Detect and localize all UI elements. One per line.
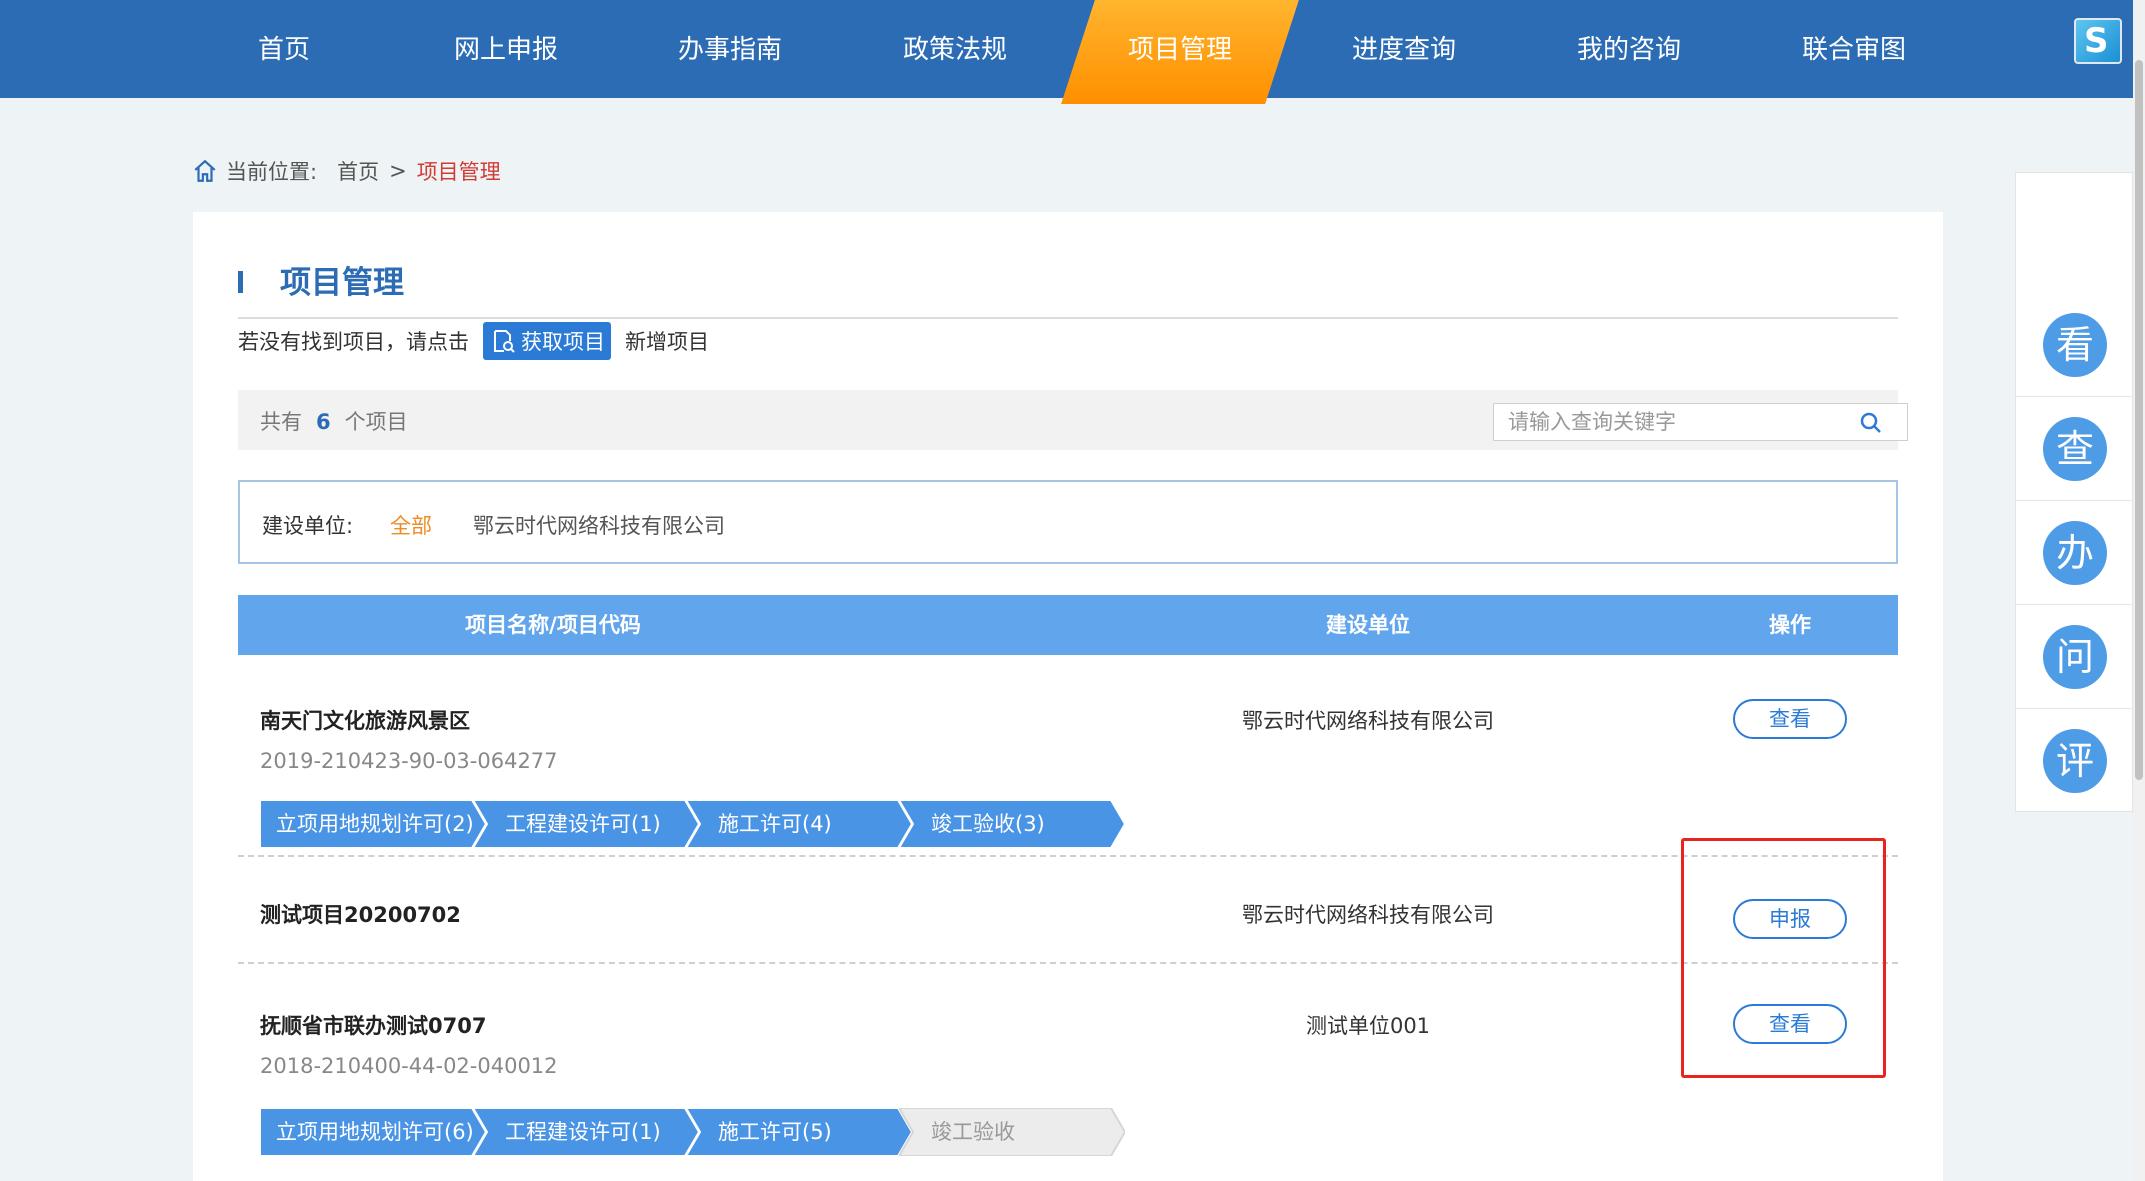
document-search-icon bbox=[494, 330, 515, 353]
breadcrumb-current: 项目管理 bbox=[416, 160, 501, 184]
step-land-planning[interactable]: 立项用地规划许可(2) bbox=[260, 800, 486, 848]
fetch-project-button[interactable]: 获取项目 bbox=[483, 322, 611, 360]
top-nav: 首页 网上申报 办事指南 政策法规 项目管理 进度查询 我的咨询 联合审图 S bbox=[0, 0, 2145, 104]
breadcrumb-separator: > bbox=[389, 159, 407, 183]
title-accent-mark bbox=[238, 271, 243, 293]
home-icon bbox=[194, 159, 216, 182]
floating-sidebar: 看 查 办 问 评 bbox=[2015, 172, 2134, 813]
step-label: 施工许可(5) bbox=[718, 1120, 832, 1144]
nav-item-my-consult[interactable]: 我的咨询 bbox=[1539, 0, 1719, 98]
count-value: 6 bbox=[316, 410, 331, 434]
sidebar-item-look[interactable]: 看 bbox=[2016, 293, 2134, 397]
table-row: 测试项目20200702 鄂云时代网络科技有限公司 申报 bbox=[238, 857, 1898, 964]
step-completion-acceptance[interactable]: 竣工验收(3) bbox=[899, 800, 1125, 848]
step-label: 工程建设许可(1) bbox=[505, 1120, 661, 1144]
breadcrumb-prefix: 当前位置: bbox=[226, 160, 318, 184]
step-land-planning[interactable]: 立项用地规划许可(6) bbox=[260, 1108, 486, 1156]
app-logo-icon[interactable]: S bbox=[2074, 18, 2122, 64]
sidebar-item-ask[interactable]: 问 bbox=[2016, 605, 2134, 709]
rate-icon: 评 bbox=[2043, 729, 2107, 793]
search-box bbox=[1493, 403, 1908, 441]
page-title-bar: 项目管理 bbox=[238, 257, 1898, 319]
project-code: 2018-210400-44-02-040012 bbox=[260, 1054, 558, 1078]
handle-icon: 办 bbox=[2043, 521, 2107, 585]
step-construction-permit[interactable]: 工程建设许可(1) bbox=[473, 1108, 699, 1156]
add-project-link[interactable]: 新增项目 bbox=[625, 326, 709, 356]
sidebar-item-rate[interactable]: 评 bbox=[2016, 709, 2134, 813]
header-unit: 建设单位 bbox=[1326, 613, 1410, 637]
step-label: 施工许可(4) bbox=[718, 812, 832, 836]
step-label: 立项用地规划许可(2) bbox=[276, 812, 474, 836]
filter-company-option[interactable]: 鄂云时代网络科技有限公司 bbox=[473, 510, 725, 540]
project-count: 共有 6 个项目 bbox=[260, 406, 408, 436]
approval-steps: 立项用地规划许可(2) 工程建设许可(1) 施工许可(4) 竣工验收(3) bbox=[260, 800, 1125, 848]
step-completion-acceptance[interactable]: 竣工验收 bbox=[899, 1108, 1125, 1156]
approval-steps: 立项用地规划许可(6) 工程建设许可(1) 施工许可(5) 竣工验收 bbox=[260, 1108, 1125, 1156]
breadcrumb: 当前位置: 首页 > 项目管理 bbox=[192, 156, 501, 186]
unit-filter: 建设单位: 全部 鄂云时代网络科技有限公司 bbox=[238, 480, 1898, 564]
project-name: 南天门文化旅游风景区 bbox=[260, 709, 470, 733]
scrollbar-thumb[interactable] bbox=[2135, 60, 2143, 780]
ask-icon: 问 bbox=[2043, 625, 2107, 689]
step-construction-permit[interactable]: 工程建设许可(1) bbox=[473, 800, 699, 848]
nav-item-joint-review[interactable]: 联合审图 bbox=[1764, 0, 1944, 98]
project-code: 2019-210423-90-03-064277 bbox=[260, 749, 558, 773]
summary-bar: 共有 6 个项目 bbox=[238, 390, 1908, 450]
nav-item-home[interactable]: 首页 bbox=[194, 0, 374, 98]
step-building-permit[interactable]: 施工许可(5) bbox=[686, 1108, 912, 1156]
look-icon: 看 bbox=[2043, 313, 2107, 377]
hint-text: 若没有找到项目，请点击 bbox=[238, 330, 469, 354]
step-label: 工程建设许可(1) bbox=[505, 812, 661, 836]
table-row: 抚顺省市联办测试0707 2018-210400-44-02-040012 测试… bbox=[238, 964, 1898, 1181]
count-prefix: 共有 bbox=[260, 410, 302, 434]
nav-item-policy[interactable]: 政策法规 bbox=[865, 0, 1045, 98]
table-row: 南天门文化旅游风景区 2019-210423-90-03-064277 鄂云时代… bbox=[238, 655, 1898, 857]
nav-item-progress[interactable]: 进度查询 bbox=[1314, 0, 1494, 98]
step-label: 竣工验收(3) bbox=[931, 812, 1045, 836]
project-name: 测试项目20200702 bbox=[260, 903, 461, 927]
project-unit: 鄂云时代网络科技有限公司 bbox=[1242, 903, 1494, 927]
nav-item-guide[interactable]: 办事指南 bbox=[640, 0, 820, 98]
count-suffix: 个项目 bbox=[344, 410, 408, 434]
fetch-hint: 若没有找到项目，请点击 获取项目 新增项目 bbox=[238, 322, 709, 360]
step-label: 竣工验收 bbox=[931, 1120, 1015, 1144]
search-input[interactable] bbox=[1508, 408, 1838, 436]
project-name: 抚顺省市联办测试0707 bbox=[260, 1014, 487, 1038]
step-label: 立项用地规划许可(6) bbox=[276, 1120, 474, 1144]
project-unit: 鄂云时代网络科技有限公司 bbox=[1242, 709, 1494, 733]
nav-item-project-management[interactable]: 项目管理 bbox=[1090, 0, 1270, 98]
page-title: 项目管理 bbox=[280, 265, 404, 301]
check-icon: 查 bbox=[2043, 417, 2107, 481]
fetch-project-label: 获取项目 bbox=[521, 330, 605, 354]
header-project-name: 项目名称/项目代码 bbox=[465, 613, 641, 637]
sidebar-item-check[interactable]: 查 bbox=[2016, 397, 2134, 501]
project-unit: 测试单位001 bbox=[1305, 1014, 1431, 1038]
page-scrollbar[interactable] bbox=[2133, 0, 2145, 1181]
breadcrumb-home-link[interactable]: 首页 bbox=[337, 156, 379, 186]
highlight-box bbox=[1681, 838, 1886, 1078]
nav-item-online-apply[interactable]: 网上申报 bbox=[416, 0, 596, 98]
search-icon[interactable] bbox=[1859, 411, 1883, 435]
table-header: 项目名称/项目代码 建设单位 操作 bbox=[238, 595, 1898, 655]
step-building-permit[interactable]: 施工许可(4) bbox=[686, 800, 912, 848]
filter-all-option[interactable]: 全部 bbox=[390, 510, 432, 540]
header-operation: 操作 bbox=[1769, 613, 1811, 637]
filter-label: 建设单位: bbox=[262, 514, 354, 538]
view-button[interactable]: 查看 bbox=[1733, 699, 1847, 739]
logo-letter: S bbox=[2084, 21, 2109, 61]
sidebar-item-handle[interactable]: 办 bbox=[2016, 501, 2134, 605]
